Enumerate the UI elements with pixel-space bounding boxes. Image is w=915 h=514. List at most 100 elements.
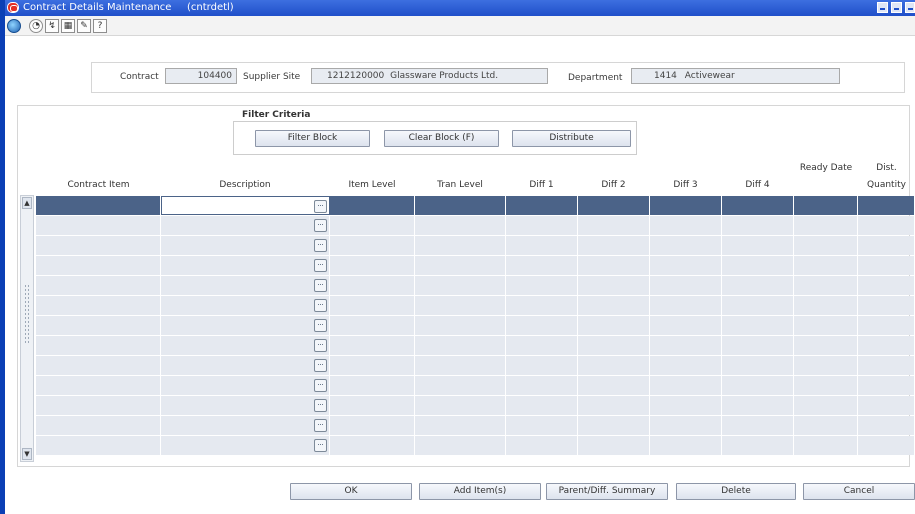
memo-icon[interactable] (314, 259, 327, 272)
ready-date-cell[interactable] (794, 336, 858, 355)
close-icon[interactable] (905, 2, 915, 13)
diff4-cell[interactable] (722, 396, 794, 415)
table-row[interactable] (36, 216, 915, 236)
table-row[interactable] (36, 376, 915, 396)
dist-quantity-cell[interactable] (858, 236, 915, 255)
diff1-cell[interactable] (506, 196, 578, 215)
ready-date-cell[interactable] (794, 276, 858, 295)
item-level-cell[interactable] (330, 316, 415, 335)
ready-date-cell[interactable] (794, 416, 858, 435)
diff1-cell[interactable] (506, 436, 578, 455)
delete-button[interactable]: Delete (676, 483, 796, 500)
diff4-cell[interactable] (722, 436, 794, 455)
memo-icon[interactable] (314, 239, 327, 252)
diff1-cell[interactable] (506, 316, 578, 335)
tran-level-cell[interactable] (415, 256, 506, 275)
contract-item-cell[interactable] (36, 236, 161, 255)
ready-date-cell[interactable] (794, 356, 858, 375)
globe-icon[interactable] (7, 19, 21, 33)
add-items-button[interactable]: Add Item(s) (419, 483, 541, 500)
filter-block-button[interactable]: Filter Block (255, 130, 370, 147)
diff4-cell[interactable] (722, 296, 794, 315)
ready-date-cell[interactable] (794, 296, 858, 315)
ready-date-cell[interactable] (794, 196, 858, 215)
scroll-up-icon[interactable]: ▲ (22, 197, 32, 209)
diff3-cell[interactable] (650, 416, 722, 435)
tran-level-cell[interactable] (415, 316, 506, 335)
info-icon[interactable]: ? (93, 19, 107, 33)
diff3-cell[interactable] (650, 396, 722, 415)
scroll-grip[interactable] (24, 284, 30, 344)
table-row[interactable] (36, 276, 915, 296)
item-level-cell[interactable] (330, 236, 415, 255)
contract-item-cell[interactable] (36, 336, 161, 355)
diff3-cell[interactable] (650, 236, 722, 255)
dist-quantity-cell[interactable] (858, 256, 915, 275)
help-icon[interactable]: ◔ (29, 19, 43, 33)
diff4-cell[interactable] (722, 336, 794, 355)
table-row[interactable] (36, 436, 915, 456)
diff1-cell[interactable] (506, 256, 578, 275)
title-bar[interactable]: Contract Details Maintenance (cntrdetl) (5, 0, 915, 16)
ready-date-cell[interactable] (794, 376, 858, 395)
cancel-button[interactable]: Cancel (803, 483, 915, 500)
diff1-cell[interactable] (506, 416, 578, 435)
diff4-cell[interactable] (722, 196, 794, 215)
description-cell[interactable] (161, 396, 330, 415)
tran-level-cell[interactable] (415, 236, 506, 255)
clear-block-button[interactable]: Clear Block (F) (384, 130, 499, 147)
contract-item-cell[interactable] (36, 296, 161, 315)
description-cell[interactable] (161, 356, 330, 375)
item-level-cell[interactable] (330, 336, 415, 355)
diff2-cell[interactable] (578, 356, 650, 375)
diff3-cell[interactable] (650, 316, 722, 335)
ready-date-cell[interactable] (794, 216, 858, 235)
diff4-cell[interactable] (722, 216, 794, 235)
contract-item-cell[interactable] (36, 316, 161, 335)
diff2-cell[interactable] (578, 256, 650, 275)
minimize-icon[interactable] (877, 2, 888, 13)
dist-quantity-cell[interactable] (858, 356, 915, 375)
scroll-down-icon[interactable]: ▼ (22, 448, 32, 460)
tran-level-cell[interactable] (415, 296, 506, 315)
diff3-cell[interactable] (650, 336, 722, 355)
description-cell[interactable] (161, 276, 330, 295)
tran-level-cell[interactable] (415, 396, 506, 415)
contract-item-cell[interactable] (36, 196, 161, 215)
diff1-cell[interactable] (506, 216, 578, 235)
diff1-cell[interactable] (506, 396, 578, 415)
description-cell[interactable] (161, 416, 330, 435)
calendar-icon[interactable]: ▦ (61, 19, 75, 33)
description-cell[interactable] (161, 336, 330, 355)
ready-date-cell[interactable] (794, 396, 858, 415)
table-row[interactable] (36, 196, 915, 216)
table-row[interactable] (36, 316, 915, 336)
diff1-cell[interactable] (506, 336, 578, 355)
diff2-cell[interactable] (578, 416, 650, 435)
memo-icon[interactable] (314, 200, 327, 213)
diff3-cell[interactable] (650, 276, 722, 295)
diff1-cell[interactable] (506, 296, 578, 315)
contract-item-cell[interactable] (36, 256, 161, 275)
diff2-cell[interactable] (578, 316, 650, 335)
dist-quantity-cell[interactable] (858, 336, 915, 355)
dist-quantity-cell[interactable] (858, 316, 915, 335)
item-level-cell[interactable] (330, 216, 415, 235)
item-level-cell[interactable] (330, 256, 415, 275)
tran-level-cell[interactable] (415, 276, 506, 295)
table-row[interactable] (36, 356, 915, 376)
item-level-cell[interactable] (330, 356, 415, 375)
ready-date-cell[interactable] (794, 236, 858, 255)
memo-icon[interactable] (314, 359, 327, 372)
description-cell[interactable] (161, 256, 330, 275)
description-cell[interactable] (161, 196, 330, 215)
memo-icon[interactable] (314, 279, 327, 292)
contract-item-cell[interactable] (36, 396, 161, 415)
contract-item-cell[interactable] (36, 356, 161, 375)
diff1-cell[interactable] (506, 376, 578, 395)
department-field[interactable]: 1414 Activewear (631, 68, 840, 84)
tran-level-cell[interactable] (415, 416, 506, 435)
supplier-site-field[interactable]: 1212120000 Glassware Products Ltd. (311, 68, 548, 84)
description-cell[interactable] (161, 376, 330, 395)
diff4-cell[interactable] (722, 356, 794, 375)
